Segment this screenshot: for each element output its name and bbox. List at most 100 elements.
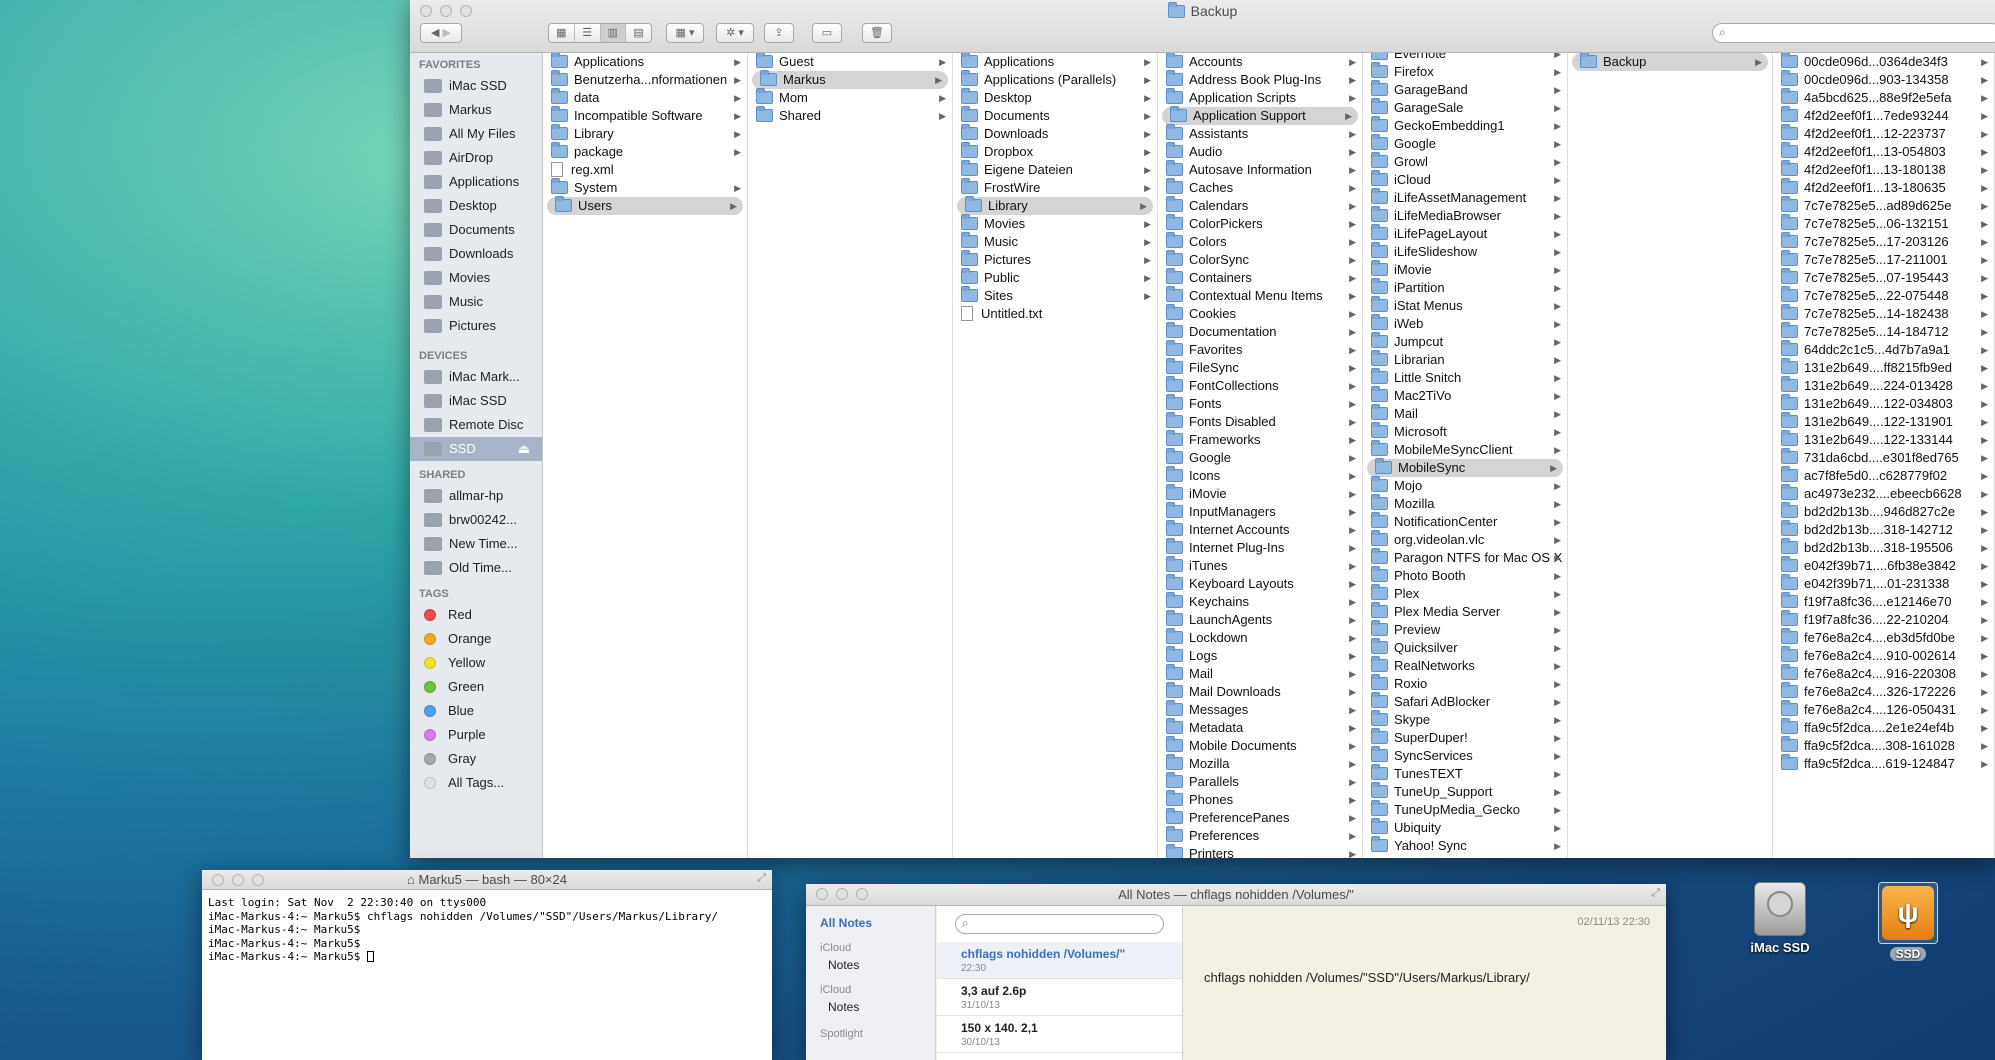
folder-row[interactable]: 7c7e7825e5...14-184712 ▶ [1773,322,1994,341]
folder-row[interactable]: e042f39b71....01-231338 ▶ [1773,574,1994,593]
folder-row[interactable]: Backup ▶ [1572,53,1768,71]
folder-row[interactable]: Metadata ▶ [1158,718,1362,737]
folder-row[interactable]: Library ▶ [957,196,1153,215]
folder-row[interactable]: package ▶ [543,142,747,161]
folder-row[interactable]: ac7f8fe5d0...c628779f02 ▶ [1773,466,1994,485]
tag-item[interactable]: Yellow [410,651,542,675]
sidebar-item[interactable]: Markus [410,98,542,122]
tag-item[interactable]: Purple [410,723,542,747]
folder-row[interactable]: 7c7e7825e5...17-203126 ▶ [1773,232,1994,251]
folder-row[interactable]: f19f7a8fc36....e12146e70 ▶ [1773,592,1994,611]
folder-row[interactable]: Keyboard Layouts ▶ [1158,574,1362,593]
folder-row[interactable]: Cookies ▶ [1158,304,1362,323]
note-list-item[interactable]: 3,3 auf 2.6p 31/10/13 [937,979,1182,1016]
folder-row[interactable]: InputManagers ▶ [1158,502,1362,521]
search-input[interactable] [1735,25,1985,39]
folder-row[interactable]: Benutzerha...nformationen ▶ [543,70,747,89]
folder-row[interactable]: iWeb ▶ [1363,314,1567,333]
tag-item[interactable]: Orange [410,627,542,651]
folder-row[interactable]: Ubiquity ▶ [1363,818,1567,837]
sidebar-item[interactable]: Music [410,290,542,314]
folder-row[interactable]: Colors ▶ [1158,232,1362,251]
folder-row[interactable]: Internet Accounts ▶ [1158,520,1362,539]
folder-row[interactable]: Fonts Disabled ▶ [1158,412,1362,431]
folder-row[interactable]: fe76e8a2c4....126-050431 ▶ [1773,700,1994,719]
folder-row[interactable]: data ▶ [543,88,747,107]
folder-row[interactable]: LaunchAgents ▶ [1158,610,1362,629]
fullscreen-icon[interactable]: ⤢ [1651,887,1660,900]
sidebar-item[interactable]: New Time... [410,532,542,556]
folder-row[interactable]: Google ▶ [1158,448,1362,467]
folder-row[interactable]: Favorites ▶ [1158,340,1362,359]
folder-row[interactable]: TunesTEXT ▶ [1363,764,1567,783]
tag-item[interactable]: Gray [410,747,542,771]
desktop-icon-ssd[interactable]: ψ SSD [1876,882,1940,961]
folder-row[interactable]: Audio ▶ [1158,142,1362,161]
folder-row[interactable]: 7c7e7825e5...22-075448 ▶ [1773,286,1994,305]
folder-row[interactable]: Containers ▶ [1158,268,1362,287]
folder-row[interactable]: Yahoo! Sync ▶ [1363,836,1567,855]
action-button[interactable]: ✲ ▾ [716,23,754,43]
folder-row[interactable]: SyncServices ▶ [1363,746,1567,765]
column-view-icon[interactable]: ▥ [600,24,627,42]
folder-row[interactable]: iMovie ▶ [1158,484,1362,503]
back-icon[interactable]: ◀ [431,27,439,39]
fullscreen-icon[interactable]: ⤢ [757,872,766,885]
folder-row[interactable]: Sites ▶ [953,286,1157,305]
folder-row[interactable]: iLifePageLayout ▶ [1363,224,1567,243]
folder-row[interactable]: 4f2d2eef0f1...13-180138 ▶ [1773,160,1994,179]
folder-row[interactable]: Dropbox ▶ [953,142,1157,161]
folder-row[interactable]: ColorPickers ▶ [1158,214,1362,233]
sidebar-item[interactable]: Downloads [410,242,542,266]
folder-row[interactable]: FrostWire ▶ [953,178,1157,197]
folder-row[interactable]: Library ▶ [543,124,747,143]
folder-row[interactable]: 64ddc2c1c5...4d7b7a9a1 ▶ [1773,340,1994,359]
desktop-icon-imac-ssd[interactable]: iMac SSD [1748,882,1812,955]
folder-row[interactable]: Google ▶ [1363,134,1567,153]
sidebar-item[interactable]: Pictures [410,314,542,338]
note-list-item[interactable]: chflags nohidden /Volumes/" 22:30 [937,942,1182,979]
sidebar-item[interactable]: Old Time... [410,556,542,580]
folder-row[interactable]: Messages ▶ [1158,700,1362,719]
folder-row[interactable]: Markus ▶ [752,70,948,89]
folder-row[interactable]: 131e2b649....224-013428 ▶ [1773,376,1994,395]
folder-row[interactable]: SuperDuper! ▶ [1363,728,1567,747]
folder-row[interactable]: f19f7a8fc36....22-210204 ▶ [1773,610,1994,629]
tag-item[interactable]: All Tags... [410,771,542,795]
folder-row[interactable]: bd2d2b13b....318-142712 ▶ [1773,520,1994,539]
folder-row[interactable]: iMovie ▶ [1363,260,1567,279]
folder-row[interactable]: 131e2b649....ff8215fb9ed ▶ [1773,358,1994,377]
folder-row[interactable]: Mozilla ▶ [1158,754,1362,773]
folder-row[interactable]: ColorSync ▶ [1158,250,1362,269]
sidebar-item[interactable]: SSD ⏏ [410,437,542,461]
folder-row[interactable]: Preview ▶ [1363,620,1567,639]
folder-row[interactable]: 7c7e7825e5...06-132151 ▶ [1773,214,1994,233]
folder-row[interactable]: bd2d2b13b....318-195506 ▶ [1773,538,1994,557]
folder-row[interactable]: 7c7e7825e5...17-211001 ▶ [1773,250,1994,269]
folder-row[interactable]: Parallels ▶ [1158,772,1362,791]
folder-row[interactable]: iPartition ▶ [1363,278,1567,297]
folder-row[interactable]: Application Support ▶ [1162,106,1358,125]
notes-folder-item[interactable]: Notes [806,998,935,1016]
folder-row[interactable]: Eigene Dateien ▶ [953,160,1157,179]
folder-row[interactable]: Autosave Information ▶ [1158,160,1362,179]
folder-row[interactable]: Music ▶ [953,232,1157,251]
folder-row[interactable]: Desktop ▶ [953,88,1157,107]
sidebar-item[interactable]: All My Files [410,122,542,146]
folder-row[interactable]: Skype ▶ [1363,710,1567,729]
notes-folder-item[interactable]: Notes [806,956,935,974]
folder-row[interactable]: MobileMeSyncClient ▶ [1363,440,1567,459]
folder-row[interactable]: Paragon NTFS for Mac OS X ▶ [1363,548,1567,567]
folder-row[interactable]: Safari AdBlocker ▶ [1363,692,1567,711]
folder-row[interactable]: 7c7e7825e5...ad89d625e ▶ [1773,196,1994,215]
sidebar-item[interactable]: allmar-hp [410,484,542,508]
folder-row[interactable]: Preferences ▶ [1158,826,1362,845]
sidebar-item[interactable]: Documents [410,218,542,242]
folder-row[interactable]: ac4973e232....ebeecb6628 ▶ [1773,484,1994,503]
file-row[interactable]: Untitled.txt [953,305,1157,323]
list-view-icon[interactable]: ☰ [575,24,601,42]
folder-row[interactable]: iTunes ▶ [1158,556,1362,575]
notes-search-field[interactable]: ⌕ [955,914,1164,934]
folder-row[interactable]: iLifeAssetManagement ▶ [1363,188,1567,207]
folder-row[interactable]: 731da6cbd....e301f8ed765 ▶ [1773,448,1994,467]
